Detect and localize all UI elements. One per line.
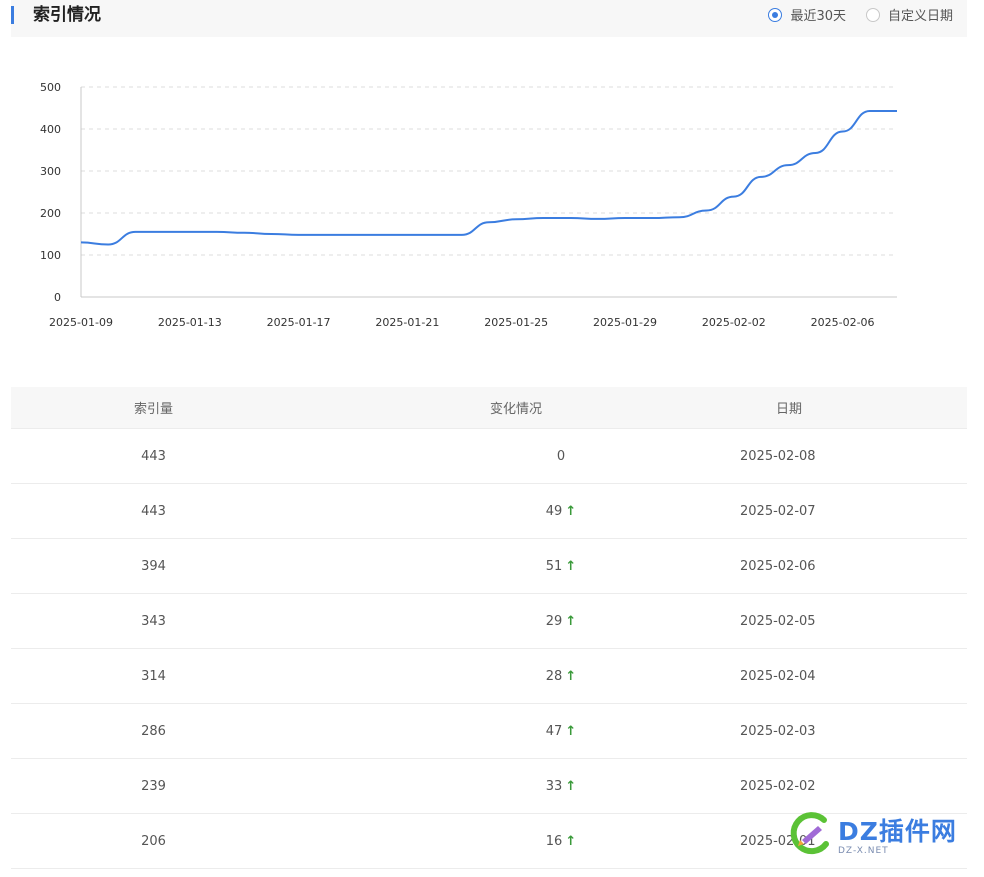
up-arrow-icon: ↑ <box>565 778 577 794</box>
table-header: 索引量 变化情况 日期 <box>11 387 967 429</box>
watermark-logo-icon <box>790 812 829 855</box>
watermark-subtext: DZ-X.NET <box>838 846 889 856</box>
radio-unchecked-icon[interactable] <box>865 7 880 22</box>
change-value: 16 <box>545 833 563 849</box>
cell-index-count: 239 <box>141 778 166 794</box>
index-table: 索引量 变化情况 日期 443 0 2025-02-08 443 49 ↑ 2025-02-… <box>11 387 967 869</box>
cell-change: 28 ↑ <box>296 669 726 684</box>
cell-index-count: 286 <box>141 723 166 739</box>
header-date: 日期 <box>776 402 803 417</box>
cell-index-count: 314 <box>141 668 166 684</box>
cell-change: 49 ↑ <box>296 504 726 519</box>
up-arrow-icon: ↑ <box>565 558 577 574</box>
chart-svg: 0 100 200 300 400 500 2025-01-09 2025-01-13 2025… <box>40 81 897 329</box>
change-value: 47 <box>545 723 563 739</box>
change-value: 28 <box>545 668 563 684</box>
cell-change: 33 ↑ <box>296 779 726 794</box>
header-index-count: 索引量 <box>133 402 173 417</box>
x-tick-label: 2025-02-06 <box>811 316 875 329</box>
up-arrow-icon: ↑ <box>565 723 577 739</box>
y-tick-label: 0 <box>54 291 61 304</box>
watermark: DZ插件网 DZ-X.NET <box>788 806 978 866</box>
y-tick-label: 400 <box>40 123 61 136</box>
cell-date: 2025-02-04 <box>740 668 816 684</box>
header-change: 变化情况 <box>489 402 542 417</box>
cell-date: 2025-02-07 <box>740 503 816 519</box>
x-tick-label: 2025-01-13 <box>158 316 222 329</box>
change-value: 0 <box>556 448 566 464</box>
up-arrow-icon: ↑ <box>565 613 577 629</box>
index-line-chart: 0 100 200 300 400 500 2025-01-09 2025-01-13 2025… <box>0 70 984 340</box>
y-tick-label: 200 <box>40 207 61 220</box>
y-tick-label: 100 <box>40 249 61 262</box>
change-value: 33 <box>545 778 563 794</box>
change-value: 49 <box>545 503 563 519</box>
x-tick-label: 2025-01-25 <box>484 316 548 329</box>
cell-date: 2025-02-06 <box>740 558 816 574</box>
section-header: 索引情况 最近30天 自定义日期 <box>11 0 967 37</box>
table-row: 394 51 ↑ 2025-02-06 <box>11 539 967 594</box>
up-arrow-icon: ↑ <box>565 503 577 519</box>
cell-index-count: 343 <box>141 613 166 629</box>
radio-label-custom-date: 自定义日期 <box>887 9 953 24</box>
change-value: 29 <box>545 613 563 629</box>
cell-index-count: 206 <box>141 833 166 849</box>
radio-custom-date[interactable]: 自定义日期 <box>865 5 953 24</box>
cell-index-count: 394 <box>141 558 166 574</box>
radio-checked-icon[interactable] <box>768 7 783 22</box>
table-row: 343 29 ↑ 2025-02-05 <box>11 594 967 649</box>
y-tick-label: 300 <box>40 165 61 178</box>
date-range-options: 最近30天 自定义日期 <box>768 5 953 24</box>
section-title: 索引情况 <box>33 5 101 25</box>
up-arrow-icon: ↑ <box>565 833 577 849</box>
radio-label-last-30-days: 最近30天 <box>790 9 846 24</box>
table-body: 443 0 2025-02-08 443 49 ↑ 2025-02-07 394 51 ↑ 2025… <box>11 429 967 869</box>
x-tick-label: 2025-02-02 <box>702 316 766 329</box>
change-value: 51 <box>545 558 563 574</box>
table-row: 443 0 2025-02-08 <box>11 429 967 484</box>
y-tick-label: 500 <box>40 81 61 94</box>
x-tick-label: 2025-01-29 <box>593 316 657 329</box>
cell-date: 2025-02-02 <box>740 778 816 794</box>
table-row: 314 28 ↑ 2025-02-04 <box>11 649 967 704</box>
header-accent-bar <box>11 6 14 24</box>
x-tick-label: 2025-01-09 <box>49 316 113 329</box>
cell-index-count: 443 <box>141 448 166 464</box>
cell-date: 2025-02-05 <box>740 613 816 629</box>
cell-index-count: 443 <box>141 503 166 519</box>
watermark-text: DZ插件网 <box>838 817 957 846</box>
x-tick-label: 2025-01-17 <box>267 316 331 329</box>
up-arrow-icon: ↑ <box>565 668 577 684</box>
table-row: 443 49 ↑ 2025-02-07 <box>11 484 967 539</box>
cell-change: 29 ↑ <box>296 614 726 629</box>
cell-change: 51 ↑ <box>296 559 726 574</box>
cell-change: 47 ↑ <box>296 724 726 739</box>
cell-change: 0 <box>296 449 726 464</box>
x-tick-label: 2025-01-21 <box>375 316 439 329</box>
cell-date: 2025-02-03 <box>740 723 816 739</box>
cell-change: 16 ↑ <box>296 834 726 849</box>
radio-last-30-days[interactable]: 最近30天 <box>768 5 846 24</box>
table-row: 286 47 ↑ 2025-02-03 <box>11 704 967 759</box>
cell-date: 2025-02-08 <box>740 448 816 464</box>
series-line <box>80 109 897 246</box>
